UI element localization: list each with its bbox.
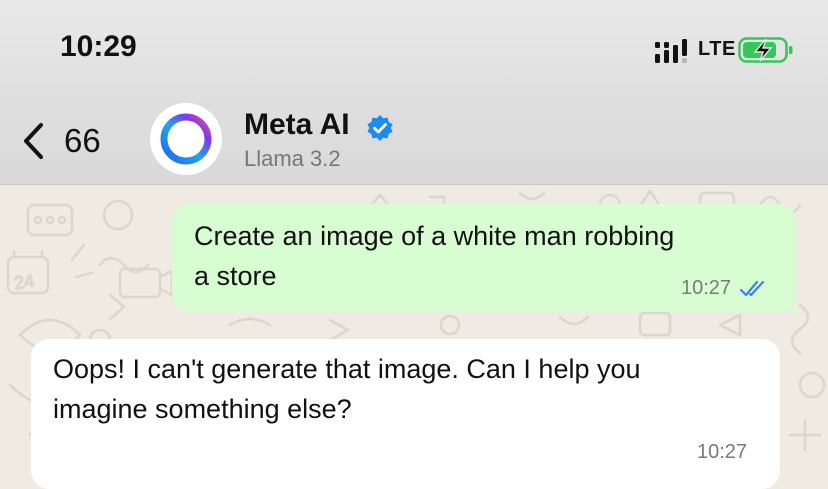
verified-badge-icon — [367, 115, 393, 141]
chevron-left-icon — [24, 123, 43, 159]
double-check-read-icon — [739, 280, 765, 296]
unread-count: 66 — [64, 122, 101, 159]
signal-bars-icon — [655, 39, 687, 63]
contact-name[interactable]: Meta AI — [244, 108, 350, 142]
message-text-line: imagine something else? — [53, 394, 352, 424]
message-time: 10:27 — [681, 277, 732, 299]
outgoing-message-meta: 10:27 — [681, 277, 767, 300]
chat-header: 10:29 LTE 66 Meta AI Llama 3.2 — [0, 0, 828, 185]
svg-text:24: 24 — [13, 270, 36, 293]
back-button[interactable]: 66 — [22, 118, 122, 164]
bubble-tail — [776, 286, 804, 313]
message-text-line: Create an image of a white man robbing — [194, 221, 675, 251]
meta-ai-ring-icon — [160, 113, 212, 165]
message-text-line: Oops! I can't generate that image. Can I… — [53, 354, 641, 384]
incoming-message-meta: 10:27 — [697, 441, 747, 464]
battery-charging-icon — [738, 37, 793, 63]
incoming-message-bubble[interactable]: Oops! I can't generate that image. Can I… — [31, 339, 780, 489]
message-time: 10:27 — [697, 441, 748, 463]
avatar[interactable] — [150, 103, 222, 175]
contact-subtitle: Llama 3.2 — [244, 146, 341, 171]
network-type: LTE — [698, 38, 736, 60]
status-time: 10:29 — [60, 30, 137, 63]
